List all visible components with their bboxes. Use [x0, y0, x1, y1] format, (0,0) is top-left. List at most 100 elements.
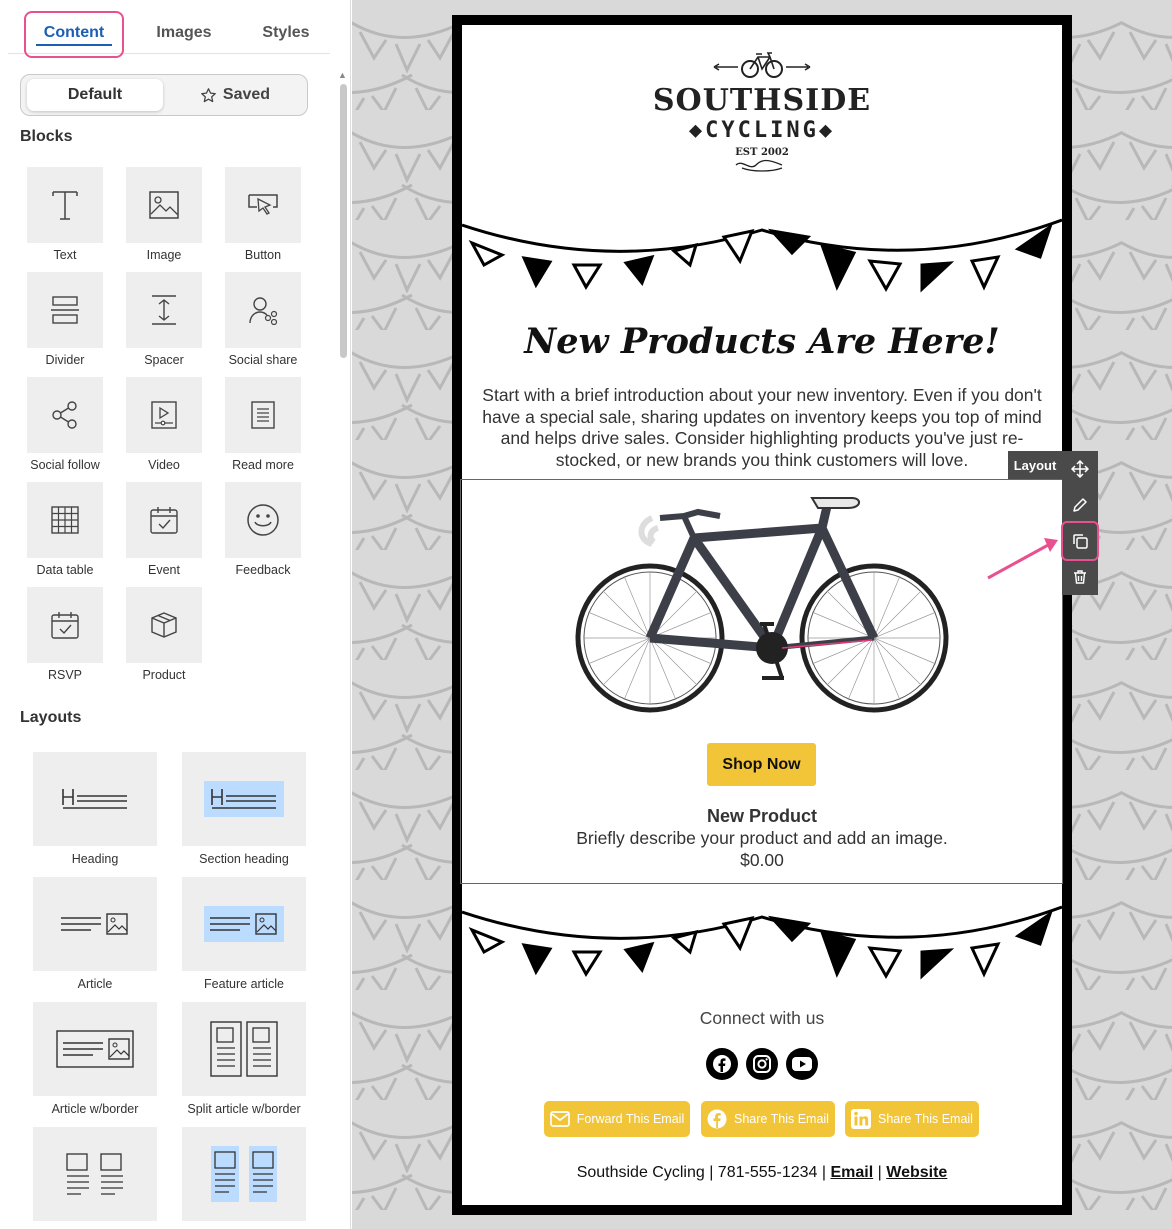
- block-text[interactable]: Text: [27, 167, 103, 262]
- share-facebook-button[interactable]: Share This Email: [701, 1101, 835, 1137]
- block-event[interactable]: Event: [126, 482, 202, 577]
- mail-icon: [549, 1111, 570, 1127]
- block-label: Feedback: [235, 563, 291, 577]
- logo-name-line2: ◆CYCLING◆: [688, 118, 836, 143]
- block-social-follow[interactable]: Social follow: [27, 377, 103, 472]
- bicycle-logo-icon: [713, 52, 811, 78]
- facebook-icon: [713, 1055, 731, 1073]
- product-price[interactable]: $0.00: [462, 850, 1062, 871]
- edit-icon: [1073, 498, 1087, 512]
- move-block-button[interactable]: [1062, 451, 1098, 487]
- tab-styles-label: Styles: [262, 24, 310, 41]
- event-icon: [150, 507, 178, 534]
- layout-feature-split-article[interactable]: [182, 1127, 306, 1227]
- block-divider[interactable]: Divider: [27, 272, 103, 367]
- tab-active-underline: [36, 44, 112, 46]
- instagram-icon: [753, 1055, 771, 1073]
- bunting-top-decoration: [462, 218, 1062, 293]
- block-label: Read more: [232, 458, 294, 472]
- product-name[interactable]: New Product: [462, 806, 1062, 827]
- duplicate-icon: [1073, 534, 1088, 549]
- tab-images[interactable]: Images: [134, 10, 234, 54]
- product-description[interactable]: Briefly describe your product and add an…: [462, 828, 1062, 849]
- block-image[interactable]: Image: [126, 167, 202, 262]
- feature-article-layout-icon: [204, 906, 284, 942]
- feedback-icon: [247, 504, 279, 536]
- southside-cycling-logo[interactable]: SOUTHSIDE ◆CYCLING◆ EST 2002: [462, 47, 1062, 177]
- product-icon: [151, 612, 177, 638]
- block-social-share[interactable]: Social share: [225, 272, 301, 367]
- logo-name-line2-text: CYCLING: [705, 118, 819, 143]
- panel-scrollbar[interactable]: [340, 84, 347, 358]
- logo-flourish-icon: [735, 159, 783, 172]
- layout-feature-article[interactable]: Feature article: [182, 877, 306, 991]
- default-segment-button[interactable]: Default: [27, 79, 163, 111]
- email-headline[interactable]: New Products Are Here!: [462, 321, 1062, 362]
- layout-heading[interactable]: Heading: [33, 752, 157, 866]
- button-icon: [248, 194, 278, 215]
- scroll-up-arrow-icon[interactable]: ▲: [338, 70, 347, 80]
- block-data-table[interactable]: Data table: [27, 482, 103, 577]
- block-rsvp[interactable]: RSVP: [27, 587, 103, 682]
- linkedin-icon: [851, 1109, 872, 1129]
- social-follow-icon: [52, 401, 77, 429]
- section-heading-layout-icon: [204, 781, 284, 817]
- block-video[interactable]: Video: [126, 377, 202, 472]
- connect-heading[interactable]: Connect with us: [462, 1008, 1062, 1029]
- layout-article-border[interactable]: Article w/border: [33, 1002, 157, 1116]
- layout-label: Article: [77, 977, 113, 991]
- layout-toolbar-label: Layout: [1008, 451, 1062, 479]
- duplicate-block-button[interactable]: [1062, 523, 1098, 559]
- blocks-heading: Blocks: [20, 128, 73, 145]
- spacer-icon: [152, 295, 176, 325]
- footer-separator: |: [877, 1164, 882, 1181]
- block-label: Social share: [228, 353, 298, 367]
- layout-split-article-border[interactable]: Split article w/border: [182, 1002, 306, 1116]
- divider-icon: [51, 296, 79, 324]
- delete-icon: [1074, 570, 1086, 584]
- youtube-follow-link[interactable]: [786, 1048, 818, 1080]
- forward-email-label: Forward This Email: [576, 1112, 685, 1126]
- layout-split-article[interactable]: [33, 1127, 157, 1227]
- tab-images-label: Images: [156, 24, 212, 41]
- split-article-border-layout-icon: [210, 1021, 278, 1077]
- facebook-follow-link[interactable]: [706, 1048, 738, 1080]
- block-button[interactable]: Button: [225, 167, 301, 262]
- instagram-follow-link[interactable]: [746, 1048, 778, 1080]
- layout-section-heading[interactable]: Section heading: [182, 752, 306, 866]
- block-read-more[interactable]: Read more: [225, 377, 301, 472]
- rsvp-icon: [51, 612, 79, 639]
- default-saved-toggle: Default Saved: [20, 74, 308, 116]
- footer-text: Southside Cycling | 781-555-1234 |: [576, 1164, 827, 1181]
- email-footer[interactable]: Southside Cycling | 781-555-1234 | Email…: [462, 1164, 1062, 1182]
- shop-now-button[interactable]: Shop Now: [707, 743, 816, 786]
- layout-label: Heading: [71, 852, 119, 866]
- youtube-icon: [792, 1057, 812, 1071]
- block-spacer[interactable]: Spacer: [126, 272, 202, 367]
- saved-segment-button[interactable]: Saved: [167, 79, 303, 111]
- footer-email-link[interactable]: Email: [831, 1164, 874, 1181]
- block-label: Product: [142, 668, 186, 682]
- article-layout-icon: [61, 913, 128, 935]
- image-icon: [149, 191, 179, 219]
- tab-styles[interactable]: Styles: [236, 10, 336, 54]
- edit-block-button[interactable]: [1062, 487, 1098, 523]
- shop-now-label: Shop Now: [722, 755, 801, 773]
- email-intro-text[interactable]: Start with a brief introduction about yo…: [480, 385, 1044, 472]
- forward-email-button[interactable]: Forward This Email: [544, 1101, 690, 1137]
- block-product[interactable]: Product: [126, 587, 202, 682]
- block-feedback[interactable]: Feedback: [225, 482, 301, 577]
- footer-website-link[interactable]: Website: [886, 1164, 947, 1181]
- logo-est: EST 2002: [735, 147, 789, 158]
- content-panel: Content Images Styles Default Saved Bloc…: [0, 0, 351, 1229]
- star-icon: [201, 87, 216, 102]
- share-linkedin-button[interactable]: Share This Email: [845, 1101, 979, 1137]
- social-share-icon: [249, 297, 278, 325]
- read-more-icon: [251, 401, 275, 429]
- layout-article[interactable]: Article: [33, 877, 157, 991]
- tab-content[interactable]: Content: [24, 10, 124, 54]
- delete-block-button[interactable]: [1062, 559, 1098, 595]
- road-bike-image[interactable]: [572, 488, 952, 720]
- video-icon: [151, 401, 177, 429]
- layout-label: Split article w/border: [187, 1102, 301, 1116]
